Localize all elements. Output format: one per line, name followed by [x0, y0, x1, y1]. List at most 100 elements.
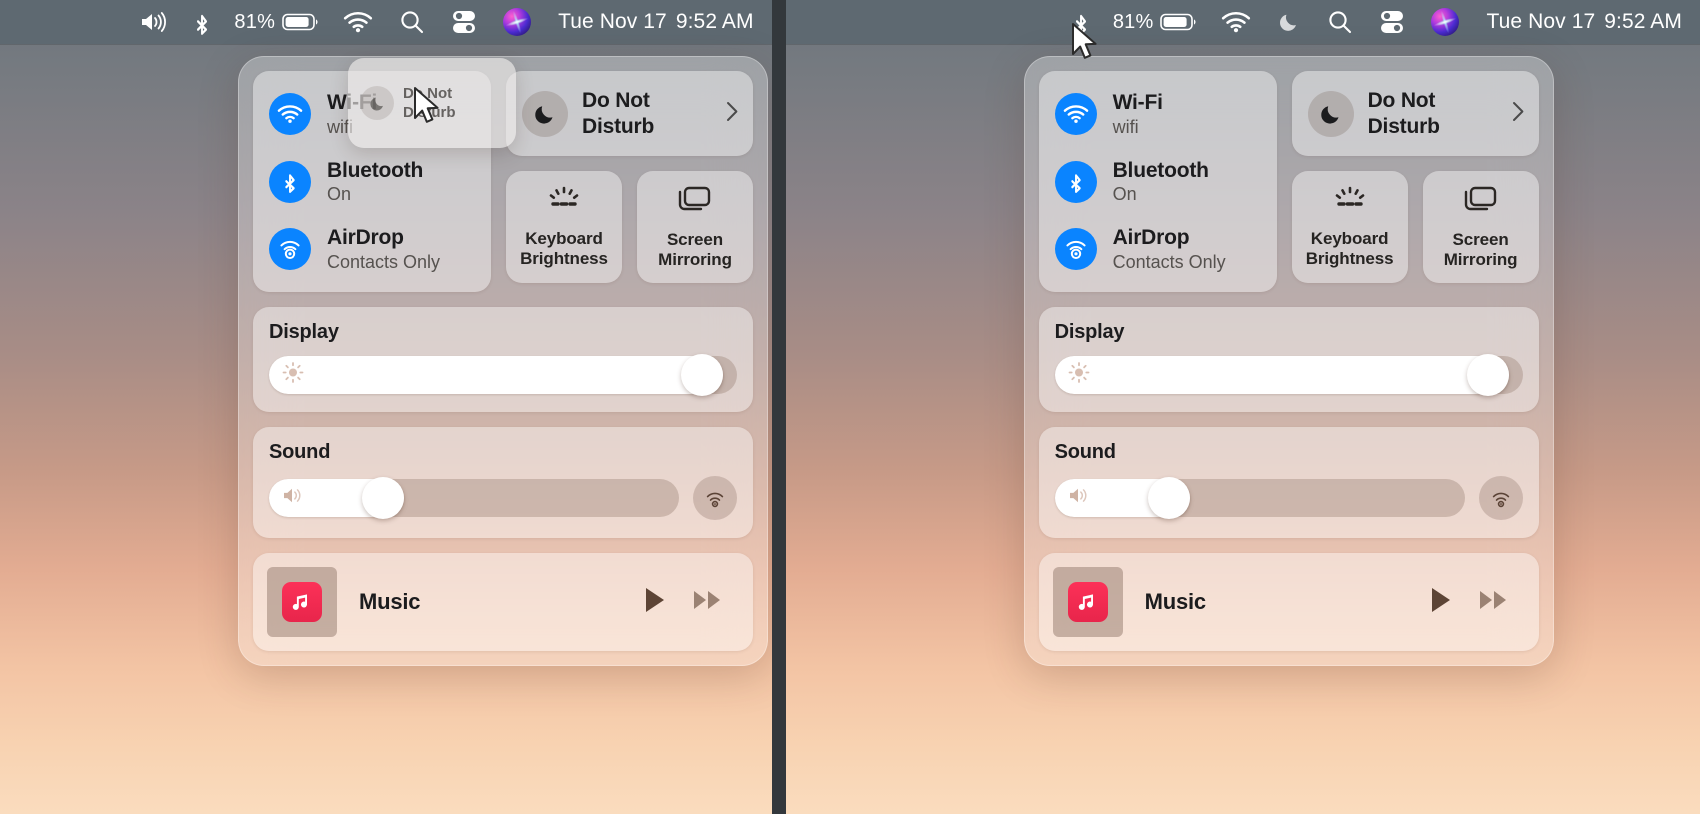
brightness-icon: [1068, 362, 1090, 389]
menu-bar-right: 81% Tue Nov 17 9:52 AM: [785, 0, 1700, 44]
toggle-airdrop-status: Contacts Only: [327, 251, 441, 272]
battery-indicator[interactable]: 81%: [224, 11, 330, 34]
do-not-disturb-tile[interactable]: Do Not Disturb: [506, 71, 753, 156]
screenshot-after: 81% Tue Nov 17 9:52 AM Wi-Fi wifi Blueto…: [785, 0, 1700, 814]
dnd-label-line2: Disturb: [582, 114, 655, 138]
keyboard-brightness-icon: [1331, 186, 1369, 219]
sound-volume-slider[interactable]: [269, 477, 679, 520]
sm-caption-line1: Screen: [666, 230, 724, 250]
kb-caption-line1: Keyboard: [525, 229, 603, 249]
airplay-audio-icon[interactable]: [1478, 476, 1523, 521]
sound-card: Sound: [1038, 427, 1539, 539]
keyboard-brightness-tile[interactable]: Keyboard Brightness: [1291, 171, 1408, 283]
ghost-label-line1: Do Not: [403, 84, 453, 102]
battery-percent-label: 81%: [234, 10, 276, 33]
siri-icon[interactable]: [490, 0, 544, 44]
battery-indicator[interactable]: 81%: [1103, 11, 1209, 34]
screen-mirroring-icon: [676, 185, 714, 220]
control-center-panel-right: Wi-Fi wifi Bluetooth On AirDrop Contacts…: [1023, 56, 1554, 667]
chevron-right-icon: [726, 101, 739, 126]
music-card: Music: [1038, 553, 1539, 652]
toggle-airdrop-label: AirDrop: [1112, 226, 1190, 250]
wifi-icon[interactable]: [330, 0, 386, 44]
toggle-bluetooth[interactable]: Bluetooth On: [1054, 158, 1261, 205]
dnd-label-line1: Do Not: [1367, 88, 1436, 112]
battery-icon: [282, 13, 318, 31]
toggle-bluetooth[interactable]: Bluetooth On: [269, 159, 475, 205]
menu-bar-time: 9:52 AM: [675, 10, 754, 33]
moon-icon: [522, 90, 568, 137]
music-card: Music: [253, 553, 753, 652]
display-card: Display: [253, 307, 753, 413]
toggle-bluetooth-label: Bluetooth: [327, 158, 424, 182]
fast-forward-icon[interactable]: [693, 589, 723, 616]
menu-bar-clock[interactable]: Tue Nov 17 9:52 AM: [1472, 10, 1688, 34]
toggle-wifi-label: Wi-Fi: [1112, 91, 1163, 114]
bluetooth-icon[interactable]: [180, 0, 224, 44]
keyboard-brightness-icon: [545, 186, 583, 219]
toggle-bluetooth-label: Bluetooth: [1112, 158, 1209, 182]
bluetooth-icon: [269, 160, 311, 203]
display-title: Display: [269, 321, 339, 344]
screenshot-pair: 81% Tue Nov 17 9:52 AM wifi Bluetooth On…: [0, 0, 1700, 814]
search-icon[interactable]: [1314, 0, 1366, 44]
toggle-airdrop[interactable]: AirDrop Contacts Only: [1054, 226, 1261, 272]
kb-caption-line1: Keyboard: [1310, 229, 1389, 249]
airdrop-icon: [269, 228, 311, 271]
sound-title: Sound: [269, 441, 331, 464]
chevron-right-icon: [1512, 101, 1525, 126]
display-slider-knob[interactable]: [680, 354, 723, 397]
fast-forward-icon[interactable]: [1479, 589, 1509, 616]
display-title: Display: [1054, 321, 1125, 344]
brightness-icon: [282, 362, 304, 389]
bluetooth-icon: [1054, 160, 1097, 203]
menu-bar-clock[interactable]: Tue Nov 17 9:52 AM: [544, 10, 760, 34]
screen-mirroring-icon: [1462, 185, 1500, 220]
kb-caption-line2: Brightness: [1305, 248, 1394, 268]
wifi-icon: [269, 92, 311, 135]
display-brightness-slider[interactable]: [269, 354, 737, 397]
dnd-label-line2: Disturb: [1367, 114, 1440, 138]
display-slider-knob[interactable]: [1466, 354, 1509, 397]
toggle-bluetooth-status: On: [327, 184, 352, 205]
display-brightness-slider[interactable]: [1054, 354, 1523, 397]
screenshot-before: 81% Tue Nov 17 9:52 AM wifi Bluetooth On…: [0, 0, 772, 814]
album-art: [267, 567, 337, 638]
sm-caption-line1: Screen: [1452, 230, 1509, 250]
sound-volume-slider[interactable]: [1054, 477, 1465, 520]
bluetooth-icon[interactable]: [1059, 0, 1103, 44]
airdrop-icon: [1054, 228, 1097, 271]
wifi-icon[interactable]: [1208, 0, 1264, 44]
menu-bar-left: 81% Tue Nov 17 9:52 AM: [0, 0, 772, 44]
sound-card: Sound: [253, 427, 753, 539]
control-center-icon[interactable]: [1366, 0, 1418, 44]
search-icon[interactable]: [386, 0, 438, 44]
sound-title: Sound: [1054, 441, 1116, 464]
battery-icon: [1160, 13, 1196, 31]
control-center-icon[interactable]: [438, 0, 490, 44]
sound-slider-knob[interactable]: [1147, 477, 1190, 520]
apple-music-icon: [1067, 582, 1108, 623]
sm-caption-line2: Mirroring: [1443, 249, 1518, 269]
speaker-icon: [1068, 486, 1092, 511]
music-title: Music: [359, 589, 421, 615]
sound-slider-knob[interactable]: [362, 477, 405, 520]
keyboard-brightness-tile[interactable]: Keyboard Brightness: [506, 171, 622, 283]
screen-mirroring-tile[interactable]: Screen Mirroring: [637, 171, 753, 283]
volume-icon[interactable]: [126, 0, 180, 44]
do-not-disturb-icon[interactable]: [1264, 0, 1314, 44]
speaker-icon: [282, 486, 306, 511]
sm-caption-line2: Mirroring: [658, 249, 732, 269]
toggle-bluetooth-status: On: [1112, 184, 1137, 205]
toggle-airdrop[interactable]: AirDrop Contacts Only: [269, 226, 475, 272]
toggle-wifi[interactable]: Wi-Fi wifi: [1054, 91, 1261, 137]
airplay-audio-icon[interactable]: [693, 476, 737, 521]
moon-icon: [1307, 90, 1354, 137]
play-icon[interactable]: [1429, 586, 1453, 619]
do-not-disturb-tile[interactable]: Do Not Disturb: [1291, 71, 1539, 156]
screen-mirroring-tile[interactable]: Screen Mirroring: [1422, 171, 1539, 283]
music-title: Music: [1144, 589, 1207, 615]
play-icon[interactable]: [643, 586, 667, 619]
moon-icon: [360, 86, 394, 120]
siri-icon[interactable]: [1418, 0, 1472, 44]
